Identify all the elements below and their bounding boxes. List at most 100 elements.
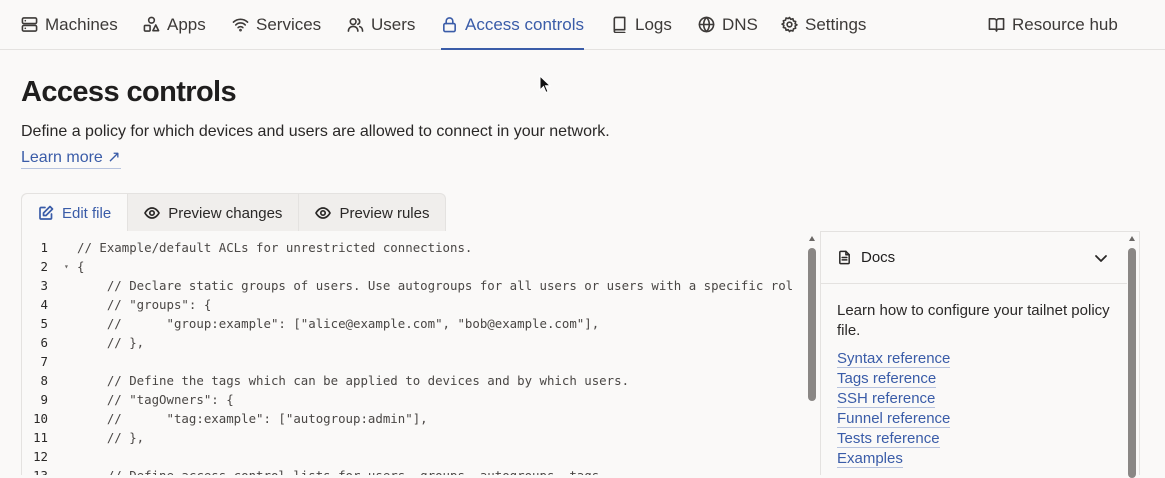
docs-header[interactable]: Docs — [821, 232, 1127, 284]
nav-item-label: Apps — [167, 14, 206, 34]
code-text: // "groups": { — [77, 297, 212, 312]
docs-link-tests[interactable]: Tests reference — [837, 429, 950, 449]
line-number: 13 — [22, 466, 48, 475]
server-icon — [21, 17, 38, 32]
line-number: 1 — [40, 240, 48, 255]
nav-item-label: DNS — [722, 14, 758, 34]
scroll-up-arrow[interactable] — [809, 236, 815, 241]
nav-item-label: Logs — [635, 14, 672, 34]
code-text: // Example/default ACLs for unrestricted… — [77, 240, 473, 255]
users-icon — [347, 18, 364, 32]
code-line: 9 // "tagOwners": { — [22, 390, 812, 409]
docs-link-label: SSH reference — [837, 390, 936, 408]
nav-item-apps[interactable]: Apps — [143, 0, 206, 49]
policy-code-editor[interactable]: 1 // Example/default ACLs for unrestricte… — [21, 231, 820, 475]
code-line: 6 // }, — [22, 333, 812, 352]
eye-icon — [315, 207, 332, 219]
line-number: 9 — [40, 392, 48, 407]
docs-link-label: Examples — [837, 450, 903, 468]
lock-icon — [443, 17, 456, 33]
learn-more-link[interactable]: Learn more ↗ — [21, 147, 121, 169]
docs-link-label: Funnel reference — [837, 410, 951, 428]
code-line: 5 // "group:example": ["alice@example.co… — [22, 314, 812, 333]
code-text: // }, — [77, 430, 145, 445]
docs-scrollbar[interactable] — [1126, 234, 1138, 478]
scroll-thumb[interactable] — [808, 248, 816, 401]
code-line: 4 // "groups": { — [22, 295, 812, 314]
scroll-thumb[interactable] — [1128, 248, 1136, 478]
docs-link-label: Syntax reference — [837, 350, 951, 368]
nav-item-label: Access controls — [465, 14, 585, 34]
line-number: 10 — [33, 411, 48, 426]
scroll-up-arrow[interactable] — [1129, 236, 1135, 241]
code-text: // Define access control lists for users… — [77, 466, 607, 475]
gear-icon — [781, 16, 798, 33]
docs-link-funnel[interactable]: Funnel reference — [837, 409, 951, 429]
tab-edit-file[interactable]: Edit file — [22, 194, 129, 232]
code-text: // Declare static groups of users. Use a… — [77, 278, 794, 293]
document-icon — [839, 250, 850, 265]
resource-hub-label: Resource hub — [1012, 14, 1118, 34]
mouse-cursor-icon — [539, 75, 551, 94]
code-text: // Define the tags which can be applied … — [77, 373, 630, 388]
line-number: 2 — [40, 259, 48, 274]
line-number: 7 — [40, 354, 48, 369]
docs-link-syntax[interactable]: Syntax reference — [837, 349, 951, 369]
tab-label: Preview changes — [168, 204, 283, 222]
nav-item-label: Machines — [45, 14, 118, 34]
resource-hub-link[interactable]: Resource hub — [988, 0, 1118, 49]
line-number: 8 — [40, 373, 48, 388]
nav-item-dns[interactable]: DNS — [698, 0, 758, 49]
code-text: // }, — [77, 335, 145, 350]
edit-icon — [39, 205, 54, 220]
code-text: // "tagOwners": { — [77, 392, 234, 407]
code-text: // "tag:example": ["autogroup:admin"], — [77, 411, 428, 426]
code-line: 13 // Define access control lists for us… — [22, 466, 812, 475]
eye-icon — [144, 207, 161, 219]
nav-item-logs[interactable]: Logs — [611, 0, 672, 49]
code-text: { — [77, 259, 85, 274]
top-nav: Machines Apps Services Users Access cont… — [0, 0, 1165, 50]
editor-scrollbar[interactable] — [806, 234, 818, 475]
tab-preview-changes[interactable]: Preview changes — [128, 194, 300, 232]
code-line: 11 // }, — [22, 428, 812, 447]
book-icon — [613, 16, 626, 33]
code-line: 8 // Define the tags which can be applie… — [22, 371, 812, 390]
nav-item-label: Users — [371, 14, 416, 34]
docs-link-label: Tests reference — [837, 430, 940, 448]
docs-link-examples[interactable]: Examples — [837, 449, 950, 469]
tab-label: Preview rules — [339, 204, 430, 222]
editor-tabs: Edit file Preview changes Preview rules — [21, 193, 447, 232]
fold-toggle[interactable]: ▾ — [64, 257, 69, 276]
line-number: 6 — [40, 335, 48, 350]
line-number: 3 — [40, 278, 48, 293]
open-book-icon — [988, 18, 1005, 32]
line-number: 11 — [33, 430, 48, 445]
code-line: 2 ▾ { — [22, 257, 812, 276]
page-title: Access controls — [21, 76, 237, 108]
code-line: 3 // Declare static groups of users. Use… — [22, 276, 812, 295]
docs-link-tags[interactable]: Tags reference — [837, 369, 950, 389]
tab-label: Edit file — [62, 204, 112, 222]
nav-item-services[interactable]: Services — [232, 0, 321, 49]
nav-item-label: Services — [256, 14, 322, 34]
nav-item-settings[interactable]: Settings — [781, 0, 866, 49]
docs-links: Syntax reference Tags reference SSH refe… — [837, 349, 951, 469]
code-line: 1 // Example/default ACLs for unrestricte… — [22, 238, 812, 257]
nav-item-label: Settings — [805, 14, 867, 34]
chevron-down-icon[interactable] — [1093, 250, 1109, 266]
line-number: 5 — [40, 316, 48, 331]
code-line: 10 // "tag:example": ["autogroup:admin"]… — [22, 409, 812, 428]
docs-title: Docs — [861, 249, 896, 266]
code-line: 7 — [22, 352, 812, 371]
nav-item-machines[interactable]: Machines — [21, 0, 118, 49]
line-number: 4 — [40, 297, 48, 312]
docs-panel: Docs Learn how to configure your tailnet… — [820, 231, 1140, 475]
docs-link-ssh[interactable]: SSH reference — [837, 389, 950, 409]
nav-item-users[interactable]: Users — [347, 0, 415, 49]
line-number: 12 — [33, 449, 48, 464]
docs-description: Learn how to configure your tailnet poli… — [837, 302, 1110, 339]
code-line: 12 — [22, 447, 812, 466]
nav-item-access-controls[interactable]: Access controls — [441, 0, 585, 50]
tab-preview-rules[interactable]: Preview rules — [299, 194, 445, 232]
